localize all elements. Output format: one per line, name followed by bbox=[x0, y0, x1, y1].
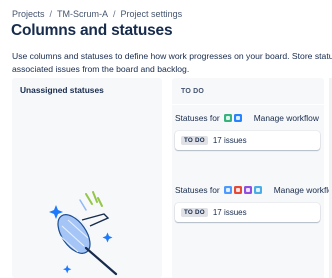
page-description: Use columns and statuses to define how w… bbox=[12, 50, 332, 75]
status-card[interactable]: TO DO 17 issues bbox=[175, 131, 320, 150]
manage-workflow-link[interactable]: Manage workflow bbox=[254, 113, 319, 123]
task-icon bbox=[233, 114, 242, 122]
description-line: associated issues from the board and bac… bbox=[12, 63, 190, 74]
task-icon bbox=[253, 186, 262, 194]
breadcrumb-projects[interactable]: Projects bbox=[12, 9, 45, 19]
status-lozenge: TO DO bbox=[181, 136, 208, 145]
issue-count: 17 issues bbox=[212, 136, 247, 145]
breadcrumb: Projects / TM-Scrum-A / Project settings bbox=[12, 9, 182, 19]
manage-workflow-link[interactable]: Manage workflo bbox=[274, 185, 332, 195]
breadcrumb-separator: / bbox=[49, 9, 53, 19]
description-line: Use columns and statuses to define how w… bbox=[12, 51, 332, 61]
unassigned-statuses-title: Unassigned statuses bbox=[20, 85, 104, 95]
issue-count: 17 issues bbox=[212, 208, 247, 217]
epic-icon bbox=[243, 186, 252, 194]
story-icon bbox=[223, 114, 232, 122]
breadcrumb-project-settings[interactable]: Project settings bbox=[121, 9, 183, 19]
status-column: TO DO Statuses for Manage workflow TO DO… bbox=[172, 78, 332, 278]
status-card[interactable]: TO DO 17 issues bbox=[175, 203, 320, 222]
unassigned-statuses-panel: Unassigned statuses bbox=[12, 78, 162, 278]
breadcrumb-separator: / bbox=[113, 9, 116, 19]
status-group-header: Statuses for Manage workflow bbox=[175, 112, 319, 124]
sparkle-icon bbox=[102, 232, 113, 243]
motion-lines-icon bbox=[85, 191, 103, 207]
column-header[interactable]: TO DO bbox=[172, 78, 324, 104]
breadcrumb-project[interactable]: TM-Scrum-A bbox=[57, 9, 108, 19]
racket-frame-icon bbox=[81, 213, 110, 227]
page-title: Columns and statuses bbox=[11, 22, 173, 39]
statuses-for-label: Statuses for bbox=[175, 113, 220, 123]
statuses-for-label: Statuses for bbox=[175, 185, 220, 195]
status-lozenge: TO DO bbox=[181, 208, 208, 217]
bug-icon bbox=[233, 186, 242, 194]
status-group-header: Statuses for Manage workflo bbox=[175, 184, 332, 196]
racket-handle-icon bbox=[84, 246, 118, 276]
column-header-label: TO DO bbox=[181, 88, 205, 95]
motion-lines-icon bbox=[79, 199, 87, 211]
sparkle-icon bbox=[63, 265, 72, 274]
empty-state-illustration-icon bbox=[49, 191, 118, 276]
subtask-icon bbox=[223, 186, 232, 194]
